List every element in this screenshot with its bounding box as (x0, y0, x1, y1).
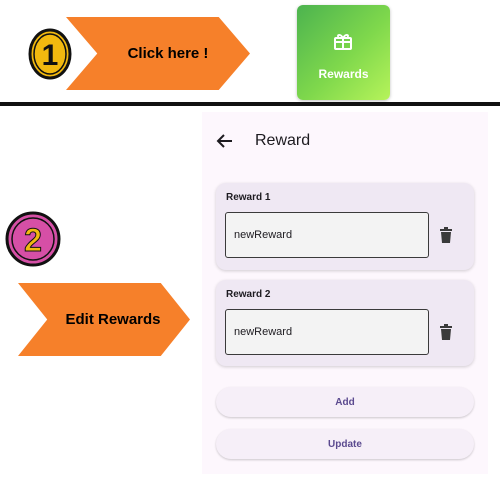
step-2-number: 2 (24, 222, 42, 258)
back-arrow-icon[interactable] (214, 130, 236, 152)
reward-2-input[interactable] (225, 309, 429, 355)
step-1-badge: 1 (27, 25, 75, 81)
reward-2-label: Reward 2 (226, 289, 271, 300)
add-button[interactable]: Add (216, 387, 474, 417)
gift-icon (333, 31, 353, 56)
section-divider (0, 102, 500, 106)
update-button[interactable]: Update (216, 429, 474, 459)
reward-screen: Reward Reward 1 Reward 2 Add Update (202, 112, 488, 474)
rewards-tile-button[interactable]: Rewards (297, 5, 390, 100)
page-title: Reward (255, 132, 311, 149)
rewards-tile-label: Rewards (318, 67, 369, 81)
step-2-label: Edit Rewards (65, 311, 161, 328)
step-2-badge: 2 (4, 210, 62, 268)
reward-1-input[interactable] (225, 212, 429, 258)
step-1-label: Click here ! (127, 45, 209, 62)
app-bar: Reward (202, 112, 488, 170)
reward-card: Reward 2 (216, 280, 474, 366)
delete-icon[interactable] (439, 227, 453, 243)
step-1-number: 1 (42, 39, 59, 72)
step-2-arrow: Edit Rewards (18, 283, 190, 356)
reward-card: Reward 1 (216, 183, 474, 270)
step-1-arrow: Click here ! (66, 17, 250, 90)
delete-icon[interactable] (439, 324, 453, 340)
reward-1-label: Reward 1 (226, 192, 271, 203)
